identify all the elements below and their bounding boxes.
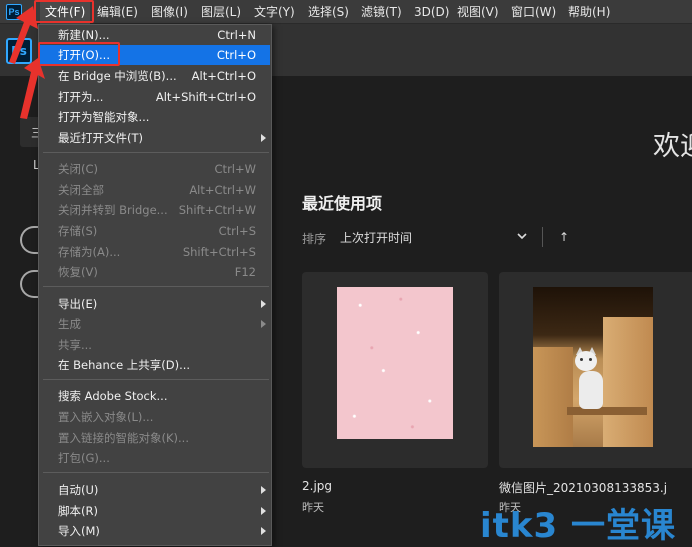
menu-item-open-as[interactable]: 打开为... Alt+Shift+Ctrl+O xyxy=(40,87,270,107)
menu-item-revert[interactable]: 恢复(V) F12 xyxy=(40,262,270,282)
menu-item-save[interactable]: 存储(S) Ctrl+S xyxy=(40,221,270,241)
menu-filter[interactable]: 滤镜(T) xyxy=(356,0,407,24)
menu-item-adobe-stock[interactable]: 搜索 Adobe Stock... xyxy=(40,386,270,406)
sort-label: 排序 xyxy=(302,232,327,246)
menu-bar: Ps 文件(F) 编辑(E) 图像(I) 图层(L) 文字(Y) 选择(S) 滤… xyxy=(0,0,692,24)
menu-item-import[interactable]: 导入(M) xyxy=(40,521,270,541)
menu-item-generate[interactable]: 生成 xyxy=(40,314,270,334)
menu-3d[interactable]: 3D(D) xyxy=(409,0,454,24)
menu-item-place-embedded[interactable]: 置入嵌入对象(L)... xyxy=(40,407,270,427)
menu-item-save-as[interactable]: 存储为(A)... Shift+Ctrl+S xyxy=(40,242,270,262)
menu-item-close-bridge[interactable]: 关闭并转到 Bridge... Shift+Ctrl+W xyxy=(40,200,270,220)
submenu-arrow-icon xyxy=(261,486,266,494)
menu-view[interactable]: 视图(V) xyxy=(452,0,504,24)
menu-image[interactable]: 图像(I) xyxy=(146,0,193,24)
annotation-highlight-open-item xyxy=(38,42,120,66)
left-nav-tab[interactable]: 三 xyxy=(20,117,43,147)
menu-item-share-behance[interactable]: 在 Behance 上共享(D)... xyxy=(40,355,270,375)
menu-item-automate[interactable]: 自动(U) xyxy=(40,480,270,500)
file-thumbnail xyxy=(337,287,453,439)
menu-layer[interactable]: 图层(L) xyxy=(196,0,246,24)
menu-item-open-smart-object[interactable]: 打开为智能对象... xyxy=(40,107,270,127)
menu-item-package[interactable]: 打包(G)... xyxy=(40,448,270,468)
menu-separator xyxy=(43,472,269,473)
menu-type[interactable]: 文字(Y) xyxy=(249,0,300,24)
recent-file-card[interactable] xyxy=(499,272,692,468)
menu-item-export[interactable]: 导出(E) xyxy=(40,294,270,314)
file-thumbnail xyxy=(533,287,653,447)
home-photoshop-logo[interactable]: Ps xyxy=(6,38,32,64)
sort-direction-icon[interactable]: ↑ xyxy=(558,230,570,244)
file-menu-dropdown: 新建(N)... Ctrl+N 打开(O)... Ctrl+O 在 Bridge 中… xyxy=(38,24,272,546)
menu-item-share[interactable]: 共享... xyxy=(40,335,270,355)
annotation-highlight-file-menu xyxy=(34,0,94,23)
menu-item-scripts[interactable]: 脚本(R) xyxy=(40,501,270,521)
submenu-arrow-icon xyxy=(261,134,266,142)
menu-item-close[interactable]: 关闭(C) Ctrl+W xyxy=(40,159,270,179)
sort-divider xyxy=(542,227,543,247)
menu-help[interactable]: 帮助(H) xyxy=(563,0,615,24)
submenu-arrow-icon xyxy=(261,527,266,535)
menu-window[interactable]: 窗口(W) xyxy=(506,0,561,24)
menu-select[interactable]: 选择(S) xyxy=(303,0,354,24)
file-name[interactable]: 2.jpg xyxy=(302,479,332,493)
sort-select[interactable]: 上次打开时间 xyxy=(340,229,412,246)
file-name[interactable]: 微信图片_20210308133853.j xyxy=(499,479,667,496)
submenu-arrow-icon xyxy=(261,507,266,515)
submenu-arrow-icon xyxy=(261,300,266,308)
watermark: itk3 一堂课 xyxy=(480,506,677,546)
menu-separator xyxy=(43,286,269,287)
menu-item-browse-bridge[interactable]: 在 Bridge 中浏览(B)... Alt+Ctrl+O xyxy=(40,66,270,86)
menu-edit[interactable]: 编辑(E) xyxy=(92,0,143,24)
menu-separator xyxy=(43,379,269,380)
menu-item-recent-files[interactable]: 最近打开文件(T) xyxy=(40,128,270,148)
submenu-arrow-icon xyxy=(261,320,266,328)
menu-separator xyxy=(43,152,269,153)
recent-title: 最近使用项 xyxy=(302,194,383,213)
photoshop-logo: Ps xyxy=(6,4,22,20)
chevron-down-icon[interactable] xyxy=(515,229,529,243)
menu-item-place-linked[interactable]: 置入链接的智能对象(K)... xyxy=(40,428,270,448)
menu-item-close-all[interactable]: 关闭全部 Alt+Ctrl+W xyxy=(40,180,270,200)
recent-file-card[interactable] xyxy=(302,272,488,468)
welcome-heading: 欢迎 xyxy=(653,131,692,162)
file-date: 昨天 xyxy=(302,501,324,514)
